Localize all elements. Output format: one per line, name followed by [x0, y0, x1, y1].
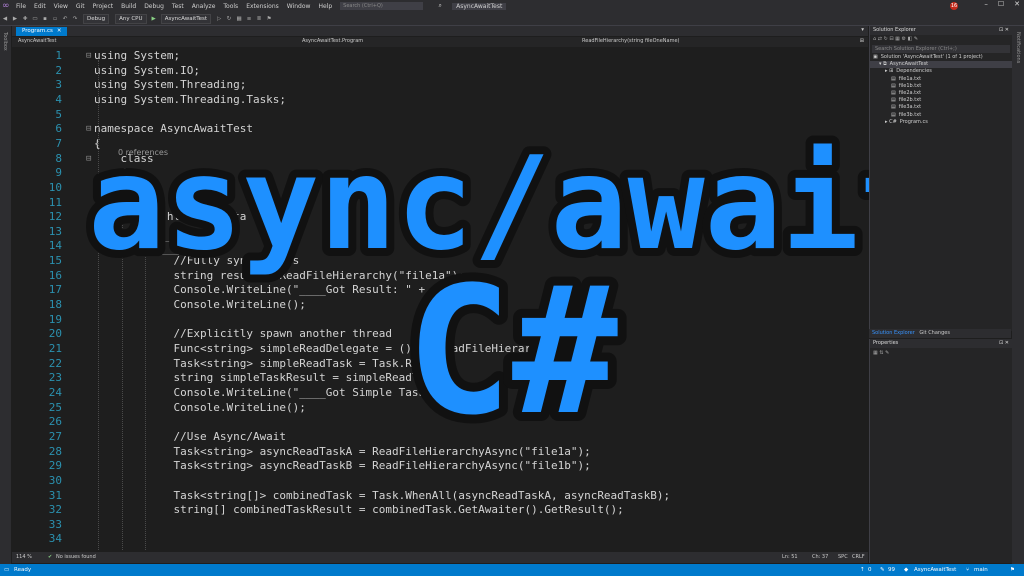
tree-item[interactable]: ▸ C# Program.cs — [870, 119, 1012, 126]
status-ready-icon: ▭ — [4, 567, 10, 573]
preview-icon[interactable]: ◧ — [908, 36, 913, 42]
solution-search-input[interactable]: Search Solution Explorer (Ctrl+;) — [872, 45, 1010, 53]
whitespace-mode[interactable]: SPC — [838, 552, 848, 563]
tree-item[interactable]: ▤ file3a.txt — [870, 104, 1012, 111]
tree-item[interactable]: ▤ file2a.txt — [870, 90, 1012, 97]
editor-status: 114 % ✔ No issues found Ln: 51 Ch: 37 SP… — [12, 552, 868, 563]
check-icon: ✔ — [48, 554, 53, 560]
tree-item-label: Dependencies — [896, 68, 932, 75]
file-icon: ▤ — [891, 82, 896, 89]
properties-icon[interactable]: ⚙ — [902, 36, 906, 42]
pin-icon[interactable]: ⊡ ✕ — [999, 26, 1009, 35]
tree-item-label: file2b.txt — [898, 97, 922, 104]
file-icon: ▤ — [891, 104, 896, 111]
tree-item-label: file3a.txt — [898, 104, 922, 111]
file-icon: ▸ C# — [885, 118, 897, 125]
tab-solution-explorer[interactable]: Solution Explorer — [872, 330, 915, 336]
branch-icon[interactable]: ⑂ — [966, 564, 969, 576]
status-ready: Ready — [14, 567, 32, 573]
property-pages-icon[interactable]: ✎ — [885, 350, 889, 356]
wrench-icon[interactable]: ✎ — [914, 36, 918, 42]
line-ending[interactable]: CRLF — [852, 552, 865, 563]
tree-item-label: AsyncAwaitTest — [889, 61, 929, 68]
tree-item[interactable]: ▤ file2b.txt — [870, 97, 1012, 104]
tree-item[interactable]: ▾ ⧉ AsyncAwaitTest — [870, 61, 1012, 69]
properties-header: Properties ⊡ ✕ — [870, 339, 1012, 348]
properties-pin-icon[interactable]: ⊡ ✕ — [999, 339, 1009, 348]
status-errors[interactable]: 99 — [888, 564, 895, 576]
tree-item-label: file1a.txt — [898, 75, 922, 82]
solution-explorer-toolbar: ⌂ ⇄ ↻ ⊟ ▦ ⚙ ◧ ✎ — [870, 35, 1012, 44]
issues-status[interactable]: No issues found — [56, 552, 96, 563]
tree-item-label: Program.cs — [899, 118, 928, 125]
pencil-icon[interactable]: ✎ — [880, 564, 885, 576]
solution-explorer-title: Solution Explorer — [873, 27, 916, 33]
file-icon: ▣ — [873, 54, 878, 60]
status-changes[interactable]: 0 — [868, 564, 872, 576]
cursor-line: Ln: 51 — [782, 554, 798, 560]
file-icon: ▤ — [891, 97, 896, 104]
cursor-char: Ch: 37 — [812, 554, 829, 560]
file-icon: ▾ ⧉ — [879, 61, 887, 68]
show-all-icon[interactable]: ▦ — [895, 36, 900, 42]
alphabetical-icon[interactable]: ⇅ — [879, 350, 883, 356]
home-icon[interactable]: ⌂ — [873, 36, 876, 42]
zoom-level[interactable]: 114 % — [16, 552, 32, 563]
file-icon: ▤ — [891, 111, 896, 118]
solution-explorer: Solution Explorer ⊡ ✕ ⌂ ⇄ ↻ ⊟ ▦ ⚙ ◧ ✎ Se… — [869, 26, 1012, 331]
file-icon: ▸ ⊞ — [885, 68, 894, 75]
sync-icon[interactable]: ⇄ — [878, 36, 882, 42]
status-branch[interactable]: main — [974, 564, 988, 576]
properties-title: Properties — [873, 340, 899, 346]
status-bar: ▭ Ready ↑ 0 ✎ 99 ◆ AsyncAwaitTest ⑂ main… — [0, 564, 1024, 576]
solution-explorer-tabs: Solution Explorer Git Changes — [869, 329, 1011, 338]
collapse-icon[interactable]: ⊟ — [889, 36, 893, 42]
file-icon: ▤ — [891, 89, 896, 96]
repo-icon[interactable]: ◆ — [904, 564, 908, 576]
tree-item[interactable]: ▤ file1a.txt — [870, 76, 1012, 83]
file-icon: ▤ — [891, 75, 896, 82]
properties-panel: Properties ⊡ ✕ ▦ ⇅ ✎ — [869, 339, 1012, 563]
solution-explorer-header: Solution Explorer ⊡ ✕ — [870, 26, 1012, 35]
overlay-subtitle: C# — [406, 249, 618, 454]
tab-git-changes[interactable]: Git Changes — [919, 330, 950, 336]
refresh-icon[interactable]: ↻ — [884, 36, 888, 42]
status-project[interactable]: AsyncAwaitTest — [914, 564, 956, 576]
properties-toolbar: ▦ ⇅ ✎ — [870, 348, 1012, 358]
tree-item[interactable]: ▤ file3b.txt — [870, 112, 1012, 119]
tree-item-label: Solution 'AsyncAwaitTest' (1 of 1 projec… — [880, 54, 983, 60]
notifications-icon[interactable]: ⚑ — [1010, 564, 1015, 576]
tree-item[interactable]: ▤ file1b.txt — [870, 83, 1012, 90]
categorized-icon[interactable]: ▦ — [873, 350, 878, 356]
tree-item[interactable]: ▣ Solution 'AsyncAwaitTest' (1 of 1 proje… — [870, 54, 1012, 61]
arrow-up-icon[interactable]: ↑ — [860, 564, 865, 576]
tree-item-label: file2a.txt — [898, 89, 922, 96]
tree-item-label: file1b.txt — [898, 82, 922, 89]
tree-item[interactable]: ▸ ⊞ Dependencies — [870, 68, 1012, 75]
tree-item-label: file3b.txt — [898, 111, 922, 118]
solution-tree: ▣ Solution 'AsyncAwaitTest' (1 of 1 proje… — [870, 54, 1012, 126]
